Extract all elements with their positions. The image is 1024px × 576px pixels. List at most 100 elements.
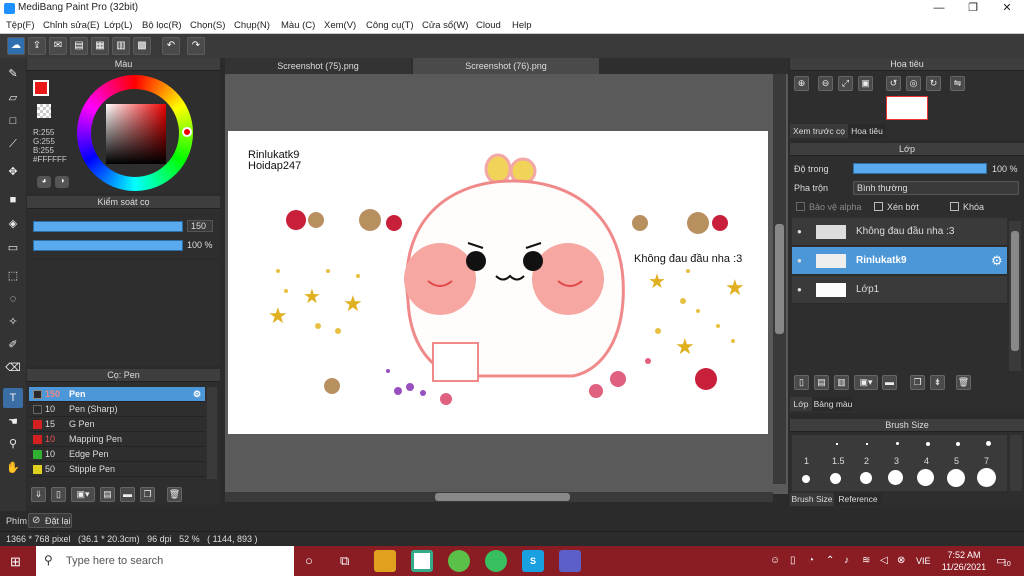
horizontal-scroll-thumb[interactable] (435, 493, 570, 501)
new-layer-8bit-icon[interactable]: ▤ (814, 375, 829, 390)
menu-layer[interactable]: Lớp(L) (104, 20, 132, 31)
shortcut-tab[interactable]: Phím (6, 516, 27, 526)
phone-icon[interactable]: ▯ (790, 555, 796, 566)
brush-item-mapping-pen[interactable]: 10 Mapping Pen (29, 432, 205, 447)
people-icon[interactable]: ☺ (770, 555, 780, 566)
brush-item-pen[interactable]: 150 Pen ⚙ (29, 387, 205, 402)
zoom-out-icon[interactable]: ⊖ (818, 76, 833, 91)
magic-wand-icon[interactable]: ✧ (3, 312, 23, 332)
new-layer-1bit-icon[interactable]: ▥ (834, 375, 849, 390)
grid-icon[interactable]: ▩ (133, 37, 151, 55)
stop-icon[interactable]: ⊗ (897, 555, 905, 566)
size-option[interactable]: 5 (954, 456, 959, 466)
lasso-tool-icon[interactable]: ◌ (3, 289, 23, 309)
size-dot[interactable] (860, 472, 872, 484)
visibility-icon[interactable]: ● (797, 256, 802, 265)
download-brush-icon[interactable]: ⇓ (31, 487, 46, 502)
select-pen-icon[interactable]: ✐ (3, 335, 23, 355)
rotate-reset-icon[interactable]: ◎ (906, 76, 921, 91)
menu-select[interactable]: Chọn(S) (190, 20, 225, 31)
brush-size-value[interactable]: 150 (187, 220, 213, 232)
saturation-value-square[interactable] (106, 104, 166, 164)
size-dot[interactable] (947, 469, 965, 487)
rotate-left-icon[interactable]: ↺ (886, 76, 901, 91)
size-option[interactable]: 2 (864, 456, 869, 466)
teams-icon[interactable] (559, 550, 581, 572)
select-tool-icon[interactable]: ⬚ (3, 266, 23, 286)
menu-capture[interactable]: Chụp(N) (234, 20, 270, 31)
rotate-right-icon[interactable]: ↻ (926, 76, 941, 91)
upload-icon[interactable]: ⇪ (28, 37, 46, 55)
canvas-horizontal-scrollbar[interactable] (225, 492, 773, 502)
tab-brush-preview[interactable]: Xem trước cọ (790, 124, 848, 138)
menu-help[interactable]: Help (512, 20, 532, 31)
tab-navigator[interactable]: Hoa tiêu (848, 124, 886, 138)
add-brush-dropdown-icon[interactable]: ▣▾ (71, 487, 95, 502)
duplicate-brush-icon[interactable]: ❐ (140, 487, 155, 502)
move-tool-icon[interactable]: ✥ (3, 162, 23, 182)
layer-item[interactable]: ● Không đau đầu nha :3 (792, 218, 1007, 246)
file-explorer-icon[interactable] (374, 550, 396, 572)
size-option[interactable]: 7 (984, 456, 989, 466)
canvas-paper[interactable]: Rinlukatk9 Hoidap247 Không đau đầu nha :… (228, 131, 768, 434)
layer-opacity-slider[interactable] (853, 163, 987, 174)
document-icon[interactable]: ▤ (70, 37, 88, 55)
windows-start-icon[interactable]: ⊞ (10, 554, 21, 570)
menu-color[interactable]: Màu (C) (281, 20, 315, 31)
tab-screenshot-76[interactable]: Screenshot (76).png (413, 58, 599, 74)
size-dot[interactable] (977, 468, 996, 487)
brush-list-scrollbar[interactable] (207, 387, 217, 479)
eyedropper-icon[interactable]: ⚲ (3, 434, 23, 454)
brush-size-slider[interactable] (33, 221, 183, 232)
layer-item[interactable]: ● Lớp1 (792, 276, 1007, 304)
task-view-circle-icon[interactable]: ○ (305, 553, 313, 568)
primary-color-swatch[interactable] (33, 80, 49, 96)
undo-icon[interactable]: ↶ (162, 37, 180, 55)
language-indicator[interactable]: VIE (916, 556, 931, 566)
tab-brush-size[interactable]: Brush Size (790, 493, 834, 506)
merge-layer-icon[interactable]: ⇟ (930, 375, 945, 390)
redo-icon[interactable]: ↷ (187, 37, 205, 55)
menu-tools[interactable]: Công cụ(T) (366, 20, 414, 31)
tab-color-palette[interactable]: Bảng màu (812, 397, 854, 411)
taskbar-search-box[interactable]: ⚲ Type here to search (36, 546, 294, 576)
brush-item-pen-sharp[interactable]: 10 Pen (Sharp) (29, 402, 205, 417)
menu-window[interactable]: Cửa sổ(W) (422, 20, 468, 31)
chrome-icon[interactable] (411, 550, 433, 572)
brush-folder-icon[interactable]: ▬ (120, 487, 135, 502)
eraser-tool-icon[interactable]: ▱ (3, 88, 23, 108)
secondary-color-swatch[interactable] (37, 104, 51, 118)
size-option[interactable]: 3 (894, 456, 899, 466)
microphone-icon[interactable]: ♪ (844, 555, 849, 566)
brush-opacity-slider[interactable] (33, 240, 183, 251)
visibility-icon[interactable]: ● (797, 227, 802, 236)
size-option[interactable]: 1.5 (832, 456, 845, 466)
size-dot[interactable] (802, 475, 810, 483)
pages-icon[interactable]: ▥ (112, 37, 130, 55)
canvas-vertical-scrollbar[interactable] (773, 74, 786, 484)
brush-settings-icon[interactable]: ▤ (100, 487, 115, 502)
fit-icon[interactable]: ⤢ (838, 76, 853, 91)
add-layer-dropdown-icon[interactable]: ▣▾ (854, 375, 878, 390)
navigator-thumbnail[interactable] (886, 96, 928, 120)
size-option[interactable]: 1 (804, 456, 809, 466)
palette-icon[interactable]: ◕ (37, 176, 51, 188)
size-dot[interactable] (888, 470, 903, 485)
brush-item-stipple-pen[interactable]: 50 Stipple Pen (29, 462, 205, 477)
duplicate-layer-icon[interactable]: ❐ (910, 375, 925, 390)
delete-brush-icon[interactable]: 🗑 (167, 487, 182, 502)
menu-edit[interactable]: Chỉnh sửa(E) (43, 20, 100, 31)
reset-button[interactable]: ⊘ Đặt lại (28, 513, 72, 528)
brush-item-g-pen[interactable]: 15 G Pen (29, 417, 205, 432)
skype-icon[interactable]: S (522, 550, 544, 572)
zoom-in-icon[interactable]: ⊕ (794, 76, 809, 91)
cloud-icon[interactable]: ☁ (7, 37, 25, 55)
color-history-icon[interactable]: ◑ (55, 176, 69, 188)
menu-filter[interactable]: Bộ lọc(R) (142, 20, 182, 31)
operation-tool-icon[interactable]: ☚ (3, 412, 23, 432)
comment-icon[interactable]: ✉ (49, 37, 67, 55)
actual-size-icon[interactable]: ▣ (858, 76, 873, 91)
text-tool-icon[interactable]: T (3, 388, 23, 408)
gradient-tool-icon[interactable]: ▭ (3, 238, 23, 258)
tab-layer[interactable]: Lớp (790, 397, 812, 411)
